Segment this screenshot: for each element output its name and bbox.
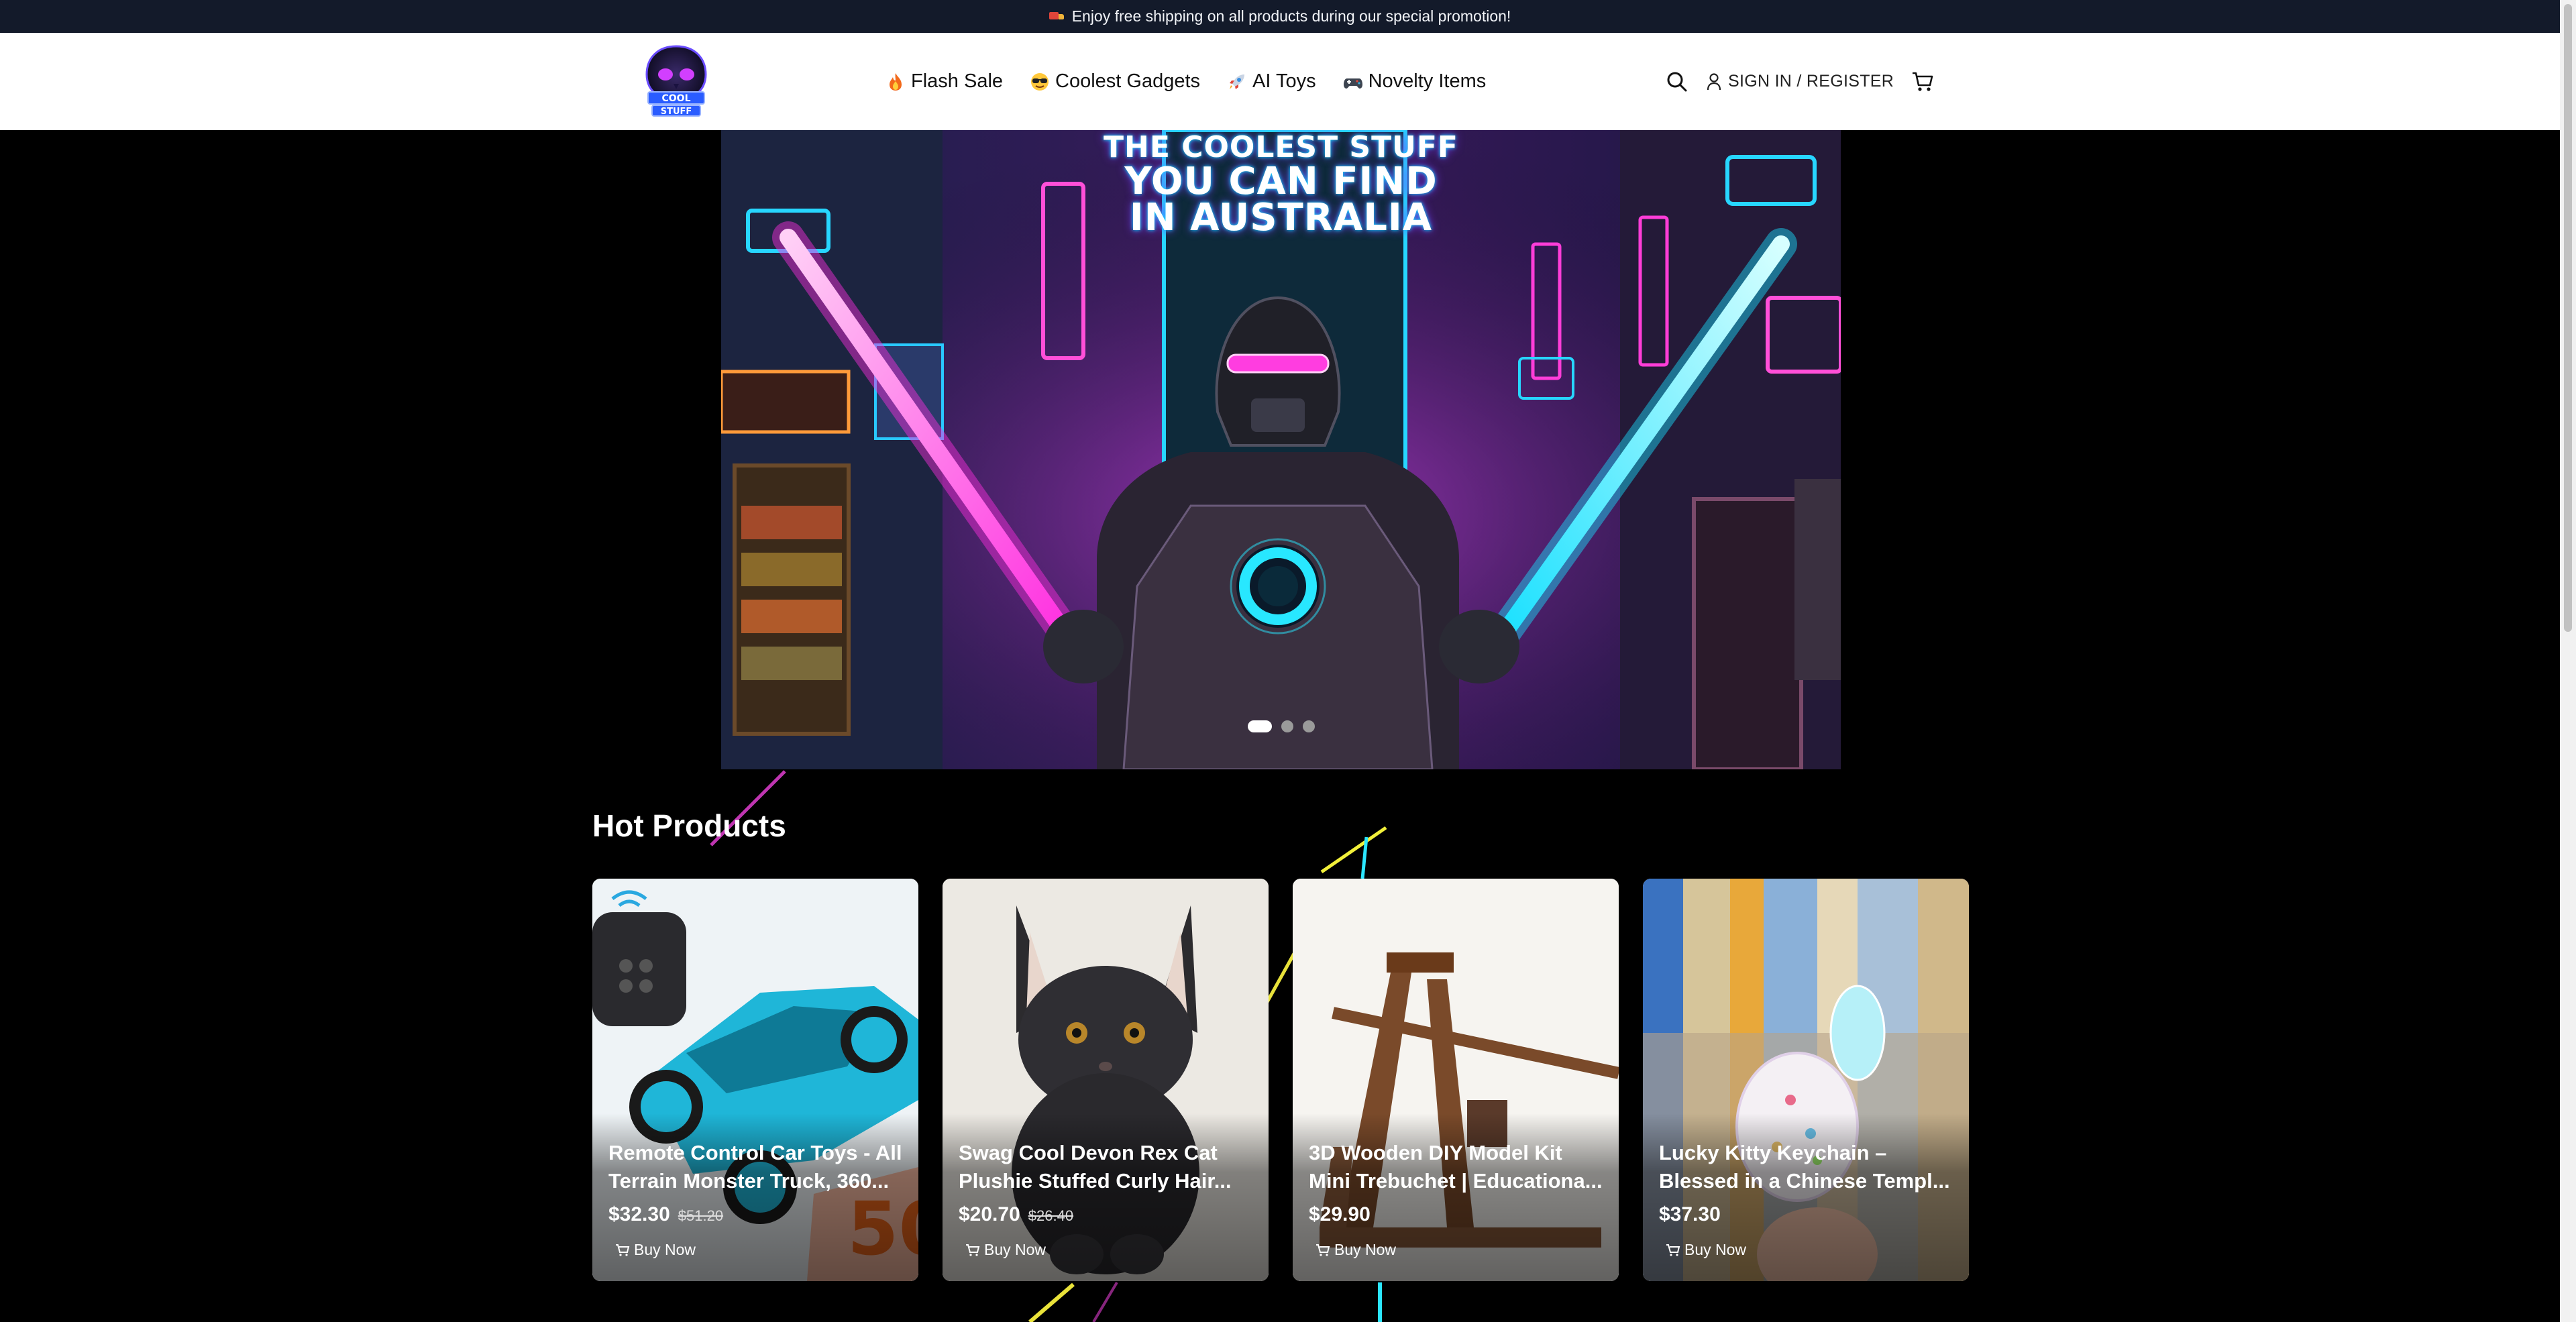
product-card[interactable]: 3D Wooden DIY Model Kit Mini Trebuchet |… bbox=[1293, 879, 1619, 1281]
nav-coolest-gadgets[interactable]: Coolest Gadgets bbox=[1030, 70, 1200, 93]
product-title[interactable]: 3D Wooden DIY Model Kit Mini Trebuchet |… bbox=[1309, 1139, 1604, 1195]
cart-icon bbox=[966, 1244, 980, 1256]
user-icon bbox=[1707, 72, 1721, 90]
cart-icon bbox=[616, 1244, 630, 1256]
logo-text-stuff: STUFF bbox=[661, 107, 692, 117]
price-row: $32.30 $51.20 bbox=[608, 1203, 723, 1226]
product-title[interactable]: Swag Cool Devon Rex Cat Plushie Stuffed … bbox=[959, 1139, 1254, 1195]
nav-label: AI Toys bbox=[1252, 70, 1316, 92]
product-card[interactable]: 50 Remote Control Car Toys - All Terrain… bbox=[592, 879, 918, 1281]
rocket-emoji-icon bbox=[1230, 74, 1245, 89]
cart-icon bbox=[1666, 1244, 1680, 1256]
buy-now-label: Buy Now bbox=[984, 1241, 1046, 1258]
nav-label: Coolest Gadgets bbox=[1055, 70, 1201, 92]
price-row: $29.90 bbox=[1309, 1203, 1371, 1226]
cart-icon bbox=[1316, 1244, 1330, 1256]
main-nav: Flash Sale Coolest Gadgets AI Toys Novel… bbox=[885, 33, 1486, 130]
truck-icon bbox=[1049, 11, 1064, 21]
product-price: $32.30 bbox=[608, 1203, 670, 1225]
nav-novelty-items[interactable]: Novelty Items bbox=[1343, 70, 1487, 93]
cart-icon[interactable] bbox=[1911, 71, 1934, 93]
section-title: Hot Products bbox=[592, 808, 786, 843]
price-row: $20.70 $26.40 bbox=[959, 1203, 1073, 1226]
page: Enjoy free shipping on all products duri… bbox=[0, 0, 2560, 1322]
product-price: $29.90 bbox=[1309, 1203, 1371, 1225]
product-old-price: $26.40 bbox=[1028, 1207, 1074, 1224]
hero-headline-3: IN AUSTRALIA bbox=[1129, 196, 1433, 239]
site-logo[interactable]: COOL STUFF bbox=[637, 44, 715, 119]
hero-banner[interactable]: THE COOLEST STUFF YOU CAN FIND IN AUSTRA… bbox=[721, 130, 1841, 769]
nav-flash-sale[interactable]: Flash Sale bbox=[885, 70, 1003, 93]
sign-in-label: SIGN IN / REGISTER bbox=[1728, 72, 1894, 91]
buy-now-label: Buy Now bbox=[1684, 1241, 1747, 1258]
carousel-dots bbox=[721, 720, 1841, 732]
nav-label: Flash Sale bbox=[911, 70, 1004, 92]
product-price: $20.70 bbox=[959, 1203, 1020, 1225]
product-card[interactable]: Lucky Kitty Keychain – Blessed in a Chin… bbox=[1643, 879, 1969, 1281]
announcement-text: Enjoy free shipping on all products duri… bbox=[1071, 7, 1511, 25]
product-old-price: $51.20 bbox=[678, 1207, 724, 1224]
buy-now-button[interactable]: Buy Now bbox=[608, 1238, 702, 1262]
buy-now-label: Buy Now bbox=[1334, 1241, 1397, 1258]
price-row: $37.30 bbox=[1659, 1203, 1721, 1226]
carousel-dot-1[interactable] bbox=[1247, 720, 1272, 732]
product-title[interactable]: Remote Control Car Toys - All Terrain Mo… bbox=[608, 1139, 904, 1195]
header-actions: SIGN IN / REGISTER bbox=[1666, 33, 1934, 130]
site-header: COOL STUFF Flash Sale Coolest Gadgets AI… bbox=[0, 33, 2560, 130]
product-title[interactable]: Lucky Kitty Keychain – Blessed in a Chin… bbox=[1659, 1139, 1954, 1195]
product-card[interactable]: Swag Cool Devon Rex Cat Plushie Stuffed … bbox=[943, 879, 1269, 1281]
page-scrollbar[interactable] bbox=[2560, 0, 2576, 1322]
product-price: $37.30 bbox=[1659, 1203, 1721, 1225]
buy-now-button[interactable]: Buy Now bbox=[1659, 1238, 1753, 1262]
fire-emoji-icon bbox=[890, 72, 902, 91]
buy-now-label: Buy Now bbox=[634, 1241, 696, 1258]
product-grid: 50 Remote Control Car Toys - All Terrain… bbox=[592, 879, 1970, 1281]
search-icon[interactable] bbox=[1666, 71, 1688, 93]
carousel-dot-2[interactable] bbox=[1281, 720, 1293, 732]
skull-logo-icon: COOL STUFF bbox=[645, 45, 707, 117]
carousel-dot-3[interactable] bbox=[1302, 720, 1315, 732]
scrollbar-thumb[interactable] bbox=[2564, 4, 2572, 632]
gamepad-emoji-icon bbox=[1343, 78, 1362, 89]
buy-now-button[interactable]: Buy Now bbox=[959, 1238, 1053, 1262]
announcement-bar: Enjoy free shipping on all products duri… bbox=[0, 0, 2560, 33]
nav-ai-toys[interactable]: AI Toys bbox=[1227, 70, 1316, 93]
sign-in-register-link[interactable]: SIGN IN / REGISTER bbox=[1707, 72, 1894, 91]
sunglasses-emoji-icon bbox=[1031, 72, 1049, 91]
logo-text-cool: COOL bbox=[662, 93, 691, 104]
nav-label: Novelty Items bbox=[1368, 70, 1487, 92]
buy-now-button[interactable]: Buy Now bbox=[1309, 1238, 1403, 1262]
